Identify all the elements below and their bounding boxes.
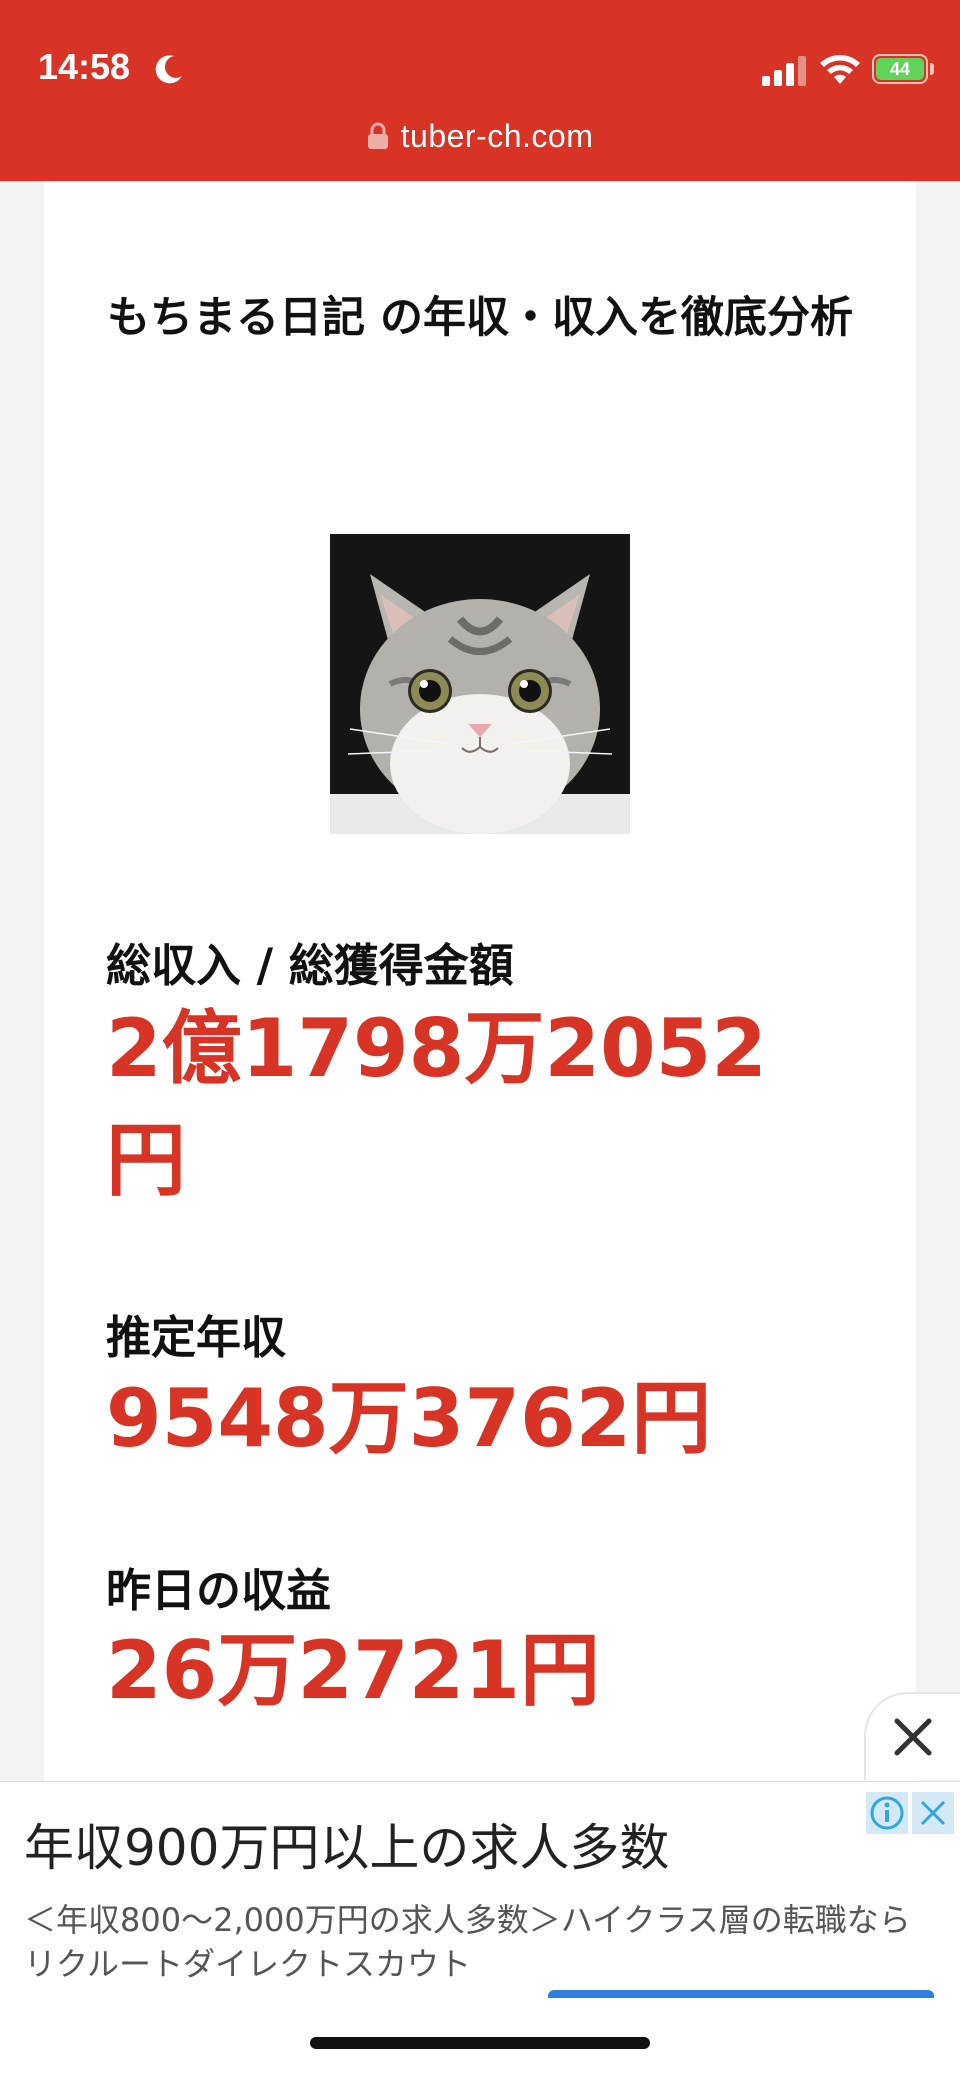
wifi-icon	[820, 55, 860, 84]
moon-icon	[155, 55, 182, 84]
signal-icon	[762, 56, 806, 86]
channel-avatar	[330, 534, 630, 834]
ad-banner[interactable]: 年収900万円以上の求人多数 ＜年収800〜2,000万円の求人多数＞ハイクラス…	[0, 1781, 960, 1992]
annual-income-value: 9548万3762円	[106, 1372, 712, 1465]
address-bar[interactable]: tuber-ch.com	[0, 112, 960, 160]
battery-level: 44	[876, 58, 924, 80]
ad-headline[interactable]: 年収900万円以上の求人多数	[24, 1808, 669, 1880]
close-icon	[894, 1718, 932, 1756]
close-ad-button[interactable]	[864, 1692, 960, 1780]
annual-income-label: 推定年収	[106, 1311, 287, 1364]
ad-info-icon[interactable]	[866, 1792, 908, 1834]
total-income-value: 2億1798万2052円	[106, 1002, 767, 1207]
status-time: 14:58	[38, 46, 131, 87]
total-income-label: 総収入 / 総獲得金額	[106, 939, 514, 992]
ad-body[interactable]: ＜年収800〜2,000万円の求人多数＞ハイクラス層の転職ならリクルートダイレク…	[24, 1898, 924, 1986]
bottom-safe-area	[0, 1991, 960, 2079]
home-indicator[interactable]	[310, 2037, 650, 2049]
url-text: tuber-ch.com	[400, 117, 594, 154]
battery-cap	[930, 63, 934, 75]
yesterday-income-label: 昨日の収益	[106, 1564, 332, 1617]
cat-image	[330, 534, 630, 834]
ad-cta-button[interactable]	[548, 1990, 934, 1998]
battery-icon: 44	[872, 54, 928, 84]
ad-close-icon[interactable]	[912, 1792, 954, 1834]
lock-icon	[367, 122, 388, 149]
browser-header: 14:58 44 tuber-ch.com	[0, 0, 960, 181]
content-card: もちまる日記 の年収・収入を徹底分析 総収入 / 総獲得金額 2億1798万20…	[44, 181, 916, 1781]
page-title: もちまる日記 の年収・収入を徹底分析	[107, 293, 853, 343]
yesterday-income-value: 26万2721円	[106, 1624, 600, 1717]
